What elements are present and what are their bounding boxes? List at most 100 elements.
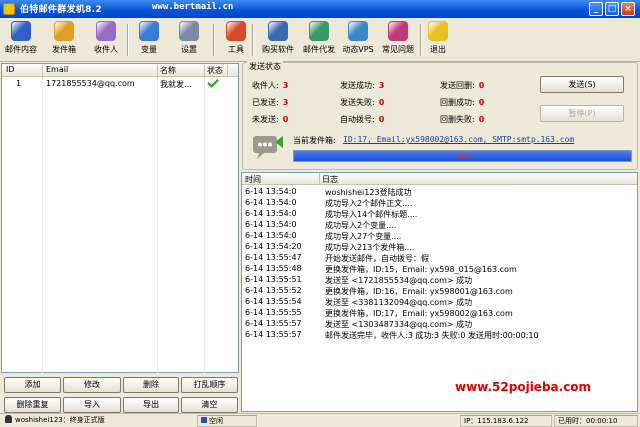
log-time: 6-14 13:55:54 [245,297,302,306]
col-time[interactable]: 时间 [245,174,261,185]
toolbar-button-1[interactable]: 邮件内容 [2,21,40,59]
log-message: 邮件发送完毕，收件人:3 成功:3 失败:0 发送用时:00:00:10 [325,331,539,340]
toolbar-button-8[interactable]: 邮件代发 [300,21,338,59]
status-bar: woshishei123：终身正式版 空闲 IP：115.183.6.122 已… [0,413,640,427]
log-time: 6-14 13:55:47 [245,253,302,262]
books-icon [11,21,31,41]
stat-rollback-success: 回删成功: 0 [440,98,485,107]
status-elapsed: 已用时：00:00:10 [554,415,638,427]
dedupe-button[interactable]: 删除重复 [4,397,61,413]
log-message: 更换发件箱，ID:15，Email: yx598_015@163.com [325,265,517,274]
toolbar-separator [420,24,421,56]
toolbar-label: 动态VPS [342,45,374,54]
close-button[interactable]: × [621,2,635,16]
window-title: 伯特邮件群发机8.2 [20,5,102,15]
log-row[interactable]: 6-14 13:55:51 发送至 <1721855534@qq.com> 成功 [242,275,637,286]
toolbar-button-7[interactable]: 购买软件 [258,21,298,59]
log-row[interactable]: 6-14 13:55:57 发送至 <1303487334@qq.com> 成功 [242,319,637,330]
col-name[interactable]: 名称 [160,65,176,76]
toolbar-button-4[interactable]: 变量 [134,21,164,59]
import-button[interactable]: 导入 [63,397,121,413]
stat-sent: 已发送: 3 [252,98,289,107]
log-table[interactable]: 时间 日志 6-14 13:54:0 woshishei123登陆成功 6-14 1… [241,172,638,412]
toolbar-button-11[interactable]: 退出 [424,21,452,59]
col-id[interactable]: ID [6,65,15,74]
log-time: 6-14 13:54:0 [245,209,297,218]
log-time: 6-14 13:54:20 [245,242,302,251]
log-row[interactable]: 6-14 13:55:55 更换发件箱，ID:17，Email: yx598002… [242,308,637,319]
clear-button[interactable]: 清空 [181,397,238,413]
log-message: 发送至 <1721855534@qq.com> 成功 [325,276,473,285]
log-row[interactable]: 6-14 13:54:20 成功导入213个发件箱.... [242,242,637,253]
log-message: 成功导入2个变量.... [325,221,397,230]
log-row[interactable]: 6-14 13:55:52 更换发件箱，ID:16，Email: yx598001… [242,286,637,297]
send-button[interactable]: 发送(S) [540,76,624,93]
row-id: 1 [16,79,22,88]
table-row[interactable]: 1 1721855534@qq.com 我就发… [2,76,238,91]
edit-button[interactable]: 修改 [63,377,121,393]
status-idle: 空闲 [197,415,257,427]
toolbar-button-9[interactable]: 动态VPS [340,21,376,59]
log-time: 6-14 13:55:52 [245,286,302,295]
log-time: 6-14 13:55:48 [245,264,302,273]
current-sender-label: 当前发件箱: [293,136,336,145]
col-log[interactable]: 日志 [322,174,338,185]
toolbox-icon [226,21,246,41]
log-row[interactable]: 6-14 13:54:0 成功导入2个邮件正文.... [242,198,637,209]
maximize-button[interactable]: □ [605,2,619,16]
globe-icon [348,21,368,41]
contacts-icon [96,21,116,41]
watermark-text: www.52pojieba.com [455,380,592,394]
toolbar-button-3[interactable]: 收件人 [88,21,124,59]
toolbar-button-5[interactable]: 设置 [172,21,206,59]
recipient-list[interactable]: ID Email 名称 状态 1 1721855534@qq.com 我就发… [1,63,239,373]
toolbar-label: 邮件代发 [303,45,335,54]
send-progress-bar: 100% [293,150,632,162]
log-row[interactable]: 6-14 13:54:0 成功导入27个变量.... [242,231,637,242]
send-progress-text: 100% [452,152,473,160]
shuffle-button[interactable]: 打乱顺序 [181,377,238,393]
stat-unsent: 未发送: 0 [252,115,289,124]
status-ip: IP：115.183.6.122 [460,415,552,427]
pause-button[interactable]: 暂停(P) [540,105,624,122]
current-sender-link[interactable]: ID:17, Email:yx598002@163.com, SMTP:smtp… [343,135,574,144]
log-row[interactable]: 6-14 13:55:57 邮件发送完毕，收件人:3 成功:3 失败:0 发送用时… [242,330,637,341]
toolbar-separator [213,24,214,56]
envelope-icon [54,21,74,41]
stat-send-failed: 发送失败: 0 [340,98,385,107]
stat-send-success: 发送成功: 3 [340,81,385,90]
log-row[interactable]: 6-14 13:55:54 发送至 <3381132094@qq.com> 成功 [242,297,637,308]
toolbar-button-6[interactable]: 工具 [222,21,250,59]
log-message: 更换发件箱，ID:17，Email: yx598002@163.com [325,309,513,318]
stat-rollback-failed: 回删失败: 0 [440,115,485,124]
log-row[interactable]: 6-14 13:54:0 成功导入14个邮件标题.... [242,209,637,220]
log-row[interactable]: 6-14 13:55:48 更换发件箱，ID:15，Email: yx598_01… [242,264,637,275]
col-email[interactable]: Email [46,65,68,74]
recipient-list-header: ID Email 名称 状态 [2,64,238,77]
toolbar-separator [127,24,128,56]
send-status-title: 发送状态 [247,61,283,72]
log-row[interactable]: 6-14 13:55:47 开始发送邮件，自动拨号：假 [242,253,637,264]
log-header: 时间 日志 [242,173,637,185]
toolbar-button-10[interactable]: 常见问题 [378,21,418,59]
toolbar-label: 发件箱 [52,45,76,54]
minimize-button[interactable]: _ [589,2,603,16]
toolbar-label: 设置 [181,45,197,54]
stat-recipients: 收件人: 3 [252,81,289,90]
toolbar-label: 邮件内容 [5,45,37,54]
add-button[interactable]: 添加 [4,377,61,393]
export-button[interactable]: 导出 [123,397,179,413]
delete-button[interactable]: 删除 [123,377,179,393]
log-message: 成功导入27个变量.... [325,232,402,241]
check-icon [207,76,219,88]
col-status[interactable]: 状态 [207,65,223,76]
toolbar: 邮件内容 发件箱 收件人 变量 设置 工具 购买软件 邮件代发 动态VPS 常见问题 退出 [0,18,640,62]
log-row[interactable]: 6-14 13:54:0 成功导入2个变量.... [242,220,637,231]
toolbar-button-2[interactable]: 发件箱 [46,21,82,59]
log-row[interactable]: 6-14 13:54:0 woshishei123登陆成功 [242,187,637,198]
title-bar[interactable]: 伯特邮件群发机8.2 www.bertmail.cn _ □ × [0,0,640,18]
log-time: 6-14 13:54:0 [245,198,297,207]
log-message: 开始发送邮件，自动拨号：假 [325,254,429,263]
log-message: woshishei123登陆成功 [325,188,412,197]
window-site: www.bertmail.cn [152,2,234,12]
